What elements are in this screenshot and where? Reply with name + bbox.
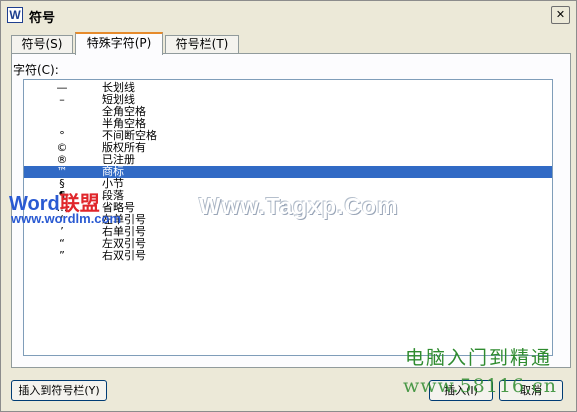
insert-to-symbol-bar-button[interactable]: 插入到符号栏(Y) <box>11 380 107 401</box>
tagxp-watermark: Www.Tagxp.Com <box>199 193 399 219</box>
symbol-name: 右双引号 <box>102 249 146 262</box>
characters-label: 字符(C): <box>13 63 59 77</box>
tab-symbols[interactable]: 符号(S) <box>11 35 73 54</box>
list-item[interactable]: ” 右双引号 <box>24 250 552 262</box>
symbol-glyph: ” <box>59 249 65 262</box>
site-url-watermark: www.58116.cn <box>403 375 557 397</box>
wordlm-url-watermark: www.wordlm.com <box>11 211 122 226</box>
title-bar: W 符号 ✕ <box>1 1 576 29</box>
wps-app-icon: W <box>7 7 23 23</box>
tab-strip: 符号(S) 特殊字符(P) 符号栏(T) <box>11 32 571 55</box>
tab-special-characters[interactable]: 特殊字符(P) <box>75 32 163 55</box>
site-name-watermark: 电脑入门到精通 <box>405 347 553 369</box>
symbol-dialog: W 符号 ✕ 符号(S) 特殊字符(P) 符号栏(T) 字符(C): — 长划线 –… <box>0 0 577 412</box>
tab-symbol-bar[interactable]: 符号栏(T) <box>165 35 239 54</box>
close-button[interactable]: ✕ <box>551 6 570 24</box>
window-title: 符号 <box>29 11 56 26</box>
symbol-glyph: – <box>59 93 65 106</box>
